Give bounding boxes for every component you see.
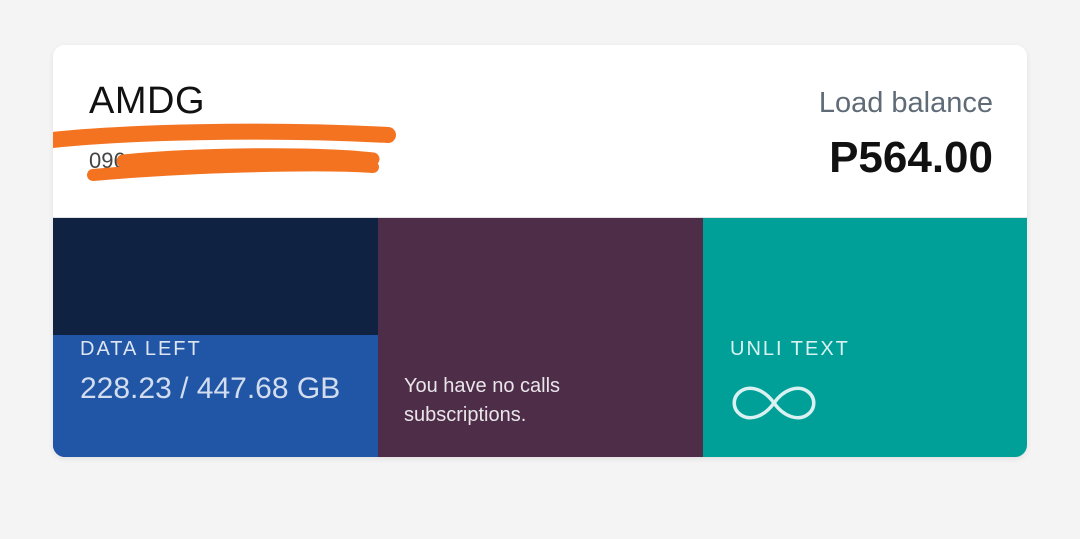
data-left-label: DATA LEFT [80, 338, 202, 360]
account-card[interactable]: AMDG 096 Load balance P564.00 DATA LEFT … [53, 45, 1027, 457]
account-number: 096 [89, 148, 126, 173]
balance-value: P564.00 [829, 133, 993, 182]
calls-message: You have no calls subscriptions. [404, 375, 561, 426]
page: AMDG 096 Load balance P564.00 DATA LEFT … [0, 0, 1080, 539]
subscription-tiles: DATA LEFT 228.23 / 447.68 GB You have no… [53, 218, 1027, 457]
unli-text-label: UNLI TEXT [730, 338, 850, 360]
data-left-value: 228.23 / 447.68 GB [80, 372, 341, 405]
account-header: AMDG 096 Load balance P564.00 [53, 45, 1027, 218]
account-name: AMDG [89, 80, 205, 122]
infinity-icon [732, 386, 816, 420]
data-left-tile[interactable]: DATA LEFT 228.23 / 447.68 GB [53, 218, 378, 457]
balance-label: Load balance [818, 87, 993, 119]
calls-tile[interactable]: You have no calls subscriptions. [378, 218, 703, 457]
unli-text-tile[interactable]: UNLI TEXT [703, 218, 1027, 457]
